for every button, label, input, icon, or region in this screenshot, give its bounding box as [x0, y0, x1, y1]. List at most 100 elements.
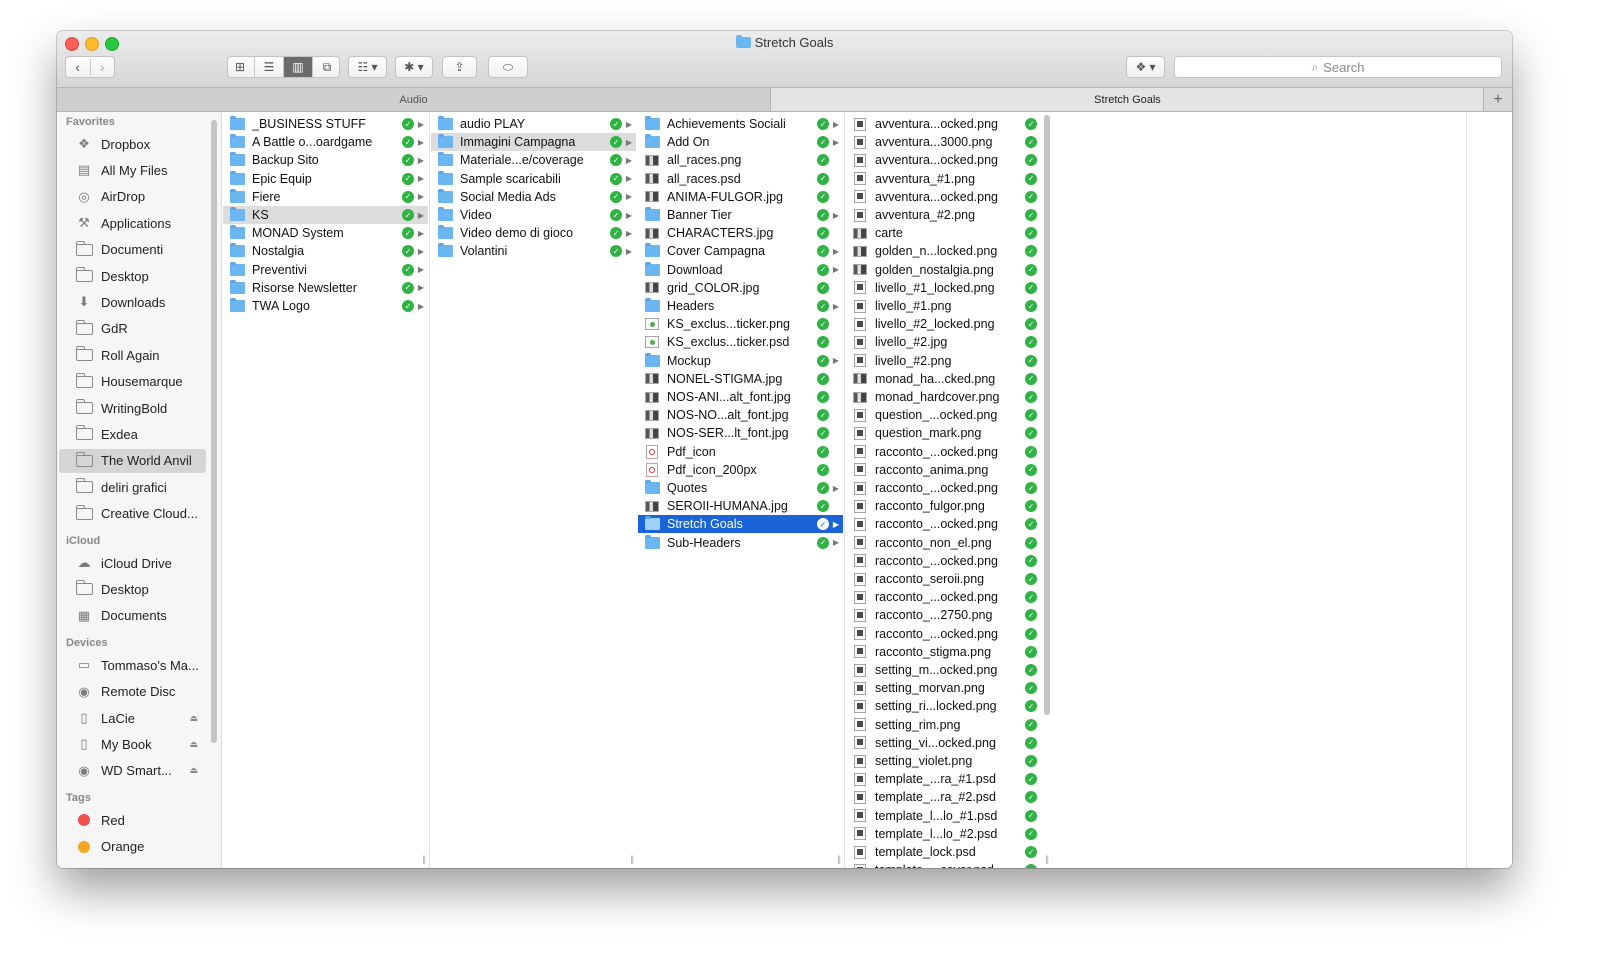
sidebar-item-applications[interactable]: ⚒ Applications: [59, 211, 206, 235]
column-resize-handle[interactable]: ||: [630, 854, 634, 864]
sidebar-tag-red[interactable]: Red: [59, 808, 206, 832]
column-resize-handle[interactable]: ||: [422, 854, 426, 864]
edit-tags-button[interactable]: ⬭: [488, 56, 528, 78]
file-row[interactable]: SEROII-HUMANA.jpg ✓: [638, 497, 843, 515]
sidebar-item-roll-again[interactable]: Roll Again: [59, 343, 206, 367]
folder-row[interactable]: TWA Logo ✓ ▶: [223, 297, 428, 315]
file-row[interactable]: all_races.png ✓: [638, 151, 843, 169]
file-row[interactable]: livello_#2.png ✓: [846, 352, 1051, 370]
file-row[interactable]: NOS-ANI...alt_font.jpg ✓: [638, 388, 843, 406]
tab-audio[interactable]: Audio: [57, 88, 771, 111]
file-row[interactable]: template_l...lo_#1.psd ✓: [846, 807, 1051, 825]
file-row[interactable]: NONEL-STIGMA.jpg ✓: [638, 370, 843, 388]
sidebar-item-deliri-grafici[interactable]: deliri grafici: [59, 475, 206, 499]
file-row[interactable]: grid_COLOR.jpg ✓: [638, 279, 843, 297]
sidebar-item-documenti[interactable]: Documenti: [59, 238, 206, 262]
file-row[interactable]: template_...ra_#2.psd ✓: [846, 788, 1051, 806]
folder-row[interactable]: A Battle o...oardgame ✓ ▶: [223, 133, 428, 151]
file-row[interactable]: template_lock.psd ✓: [846, 843, 1051, 861]
list-view-button[interactable]: ☰: [255, 57, 284, 77]
file-row[interactable]: Pdf_icon_200px ✓: [638, 461, 843, 479]
folder-row[interactable]: Add On ✓ ▶: [638, 133, 843, 151]
file-row[interactable]: NOS-SER...lt_font.jpg ✓: [638, 424, 843, 442]
icon-view-button[interactable]: ⊞: [228, 57, 255, 77]
file-row[interactable]: question_mark.png ✓: [846, 424, 1051, 442]
file-row[interactable]: racconto_non_el.png ✓: [846, 534, 1051, 552]
column-view-button[interactable]: ▥: [284, 57, 313, 77]
folder-row[interactable]: Social Media Ads ✓ ▶: [431, 188, 636, 206]
sidebar-item-documents[interactable]: ▦ Documents: [59, 604, 206, 628]
folder-row[interactable]: Cover Campagna ✓ ▶: [638, 242, 843, 260]
file-row[interactable]: racconto_anima.png ✓: [846, 461, 1051, 479]
column-scrollbar[interactable]: [1044, 115, 1050, 715]
new-tab-button[interactable]: +: [1483, 88, 1512, 111]
sidebar-scrollbar[interactable]: [211, 120, 217, 743]
sidebar-item-remote-disc[interactable]: ◉ Remote Disc: [59, 680, 206, 704]
folder-row[interactable]: Quotes ✓ ▶: [638, 479, 843, 497]
file-row[interactable]: racconto_stigma.png ✓: [846, 643, 1051, 661]
file-row[interactable]: setting_rim.png ✓: [846, 716, 1051, 734]
file-row[interactable]: template_...cover.psd✓: [846, 861, 1051, 868]
file-row[interactable]: racconto_...2750.png ✓: [846, 606, 1051, 624]
folder-row[interactable]: Backup Sito ✓ ▶: [223, 151, 428, 169]
file-row[interactable]: question_...ocked.png ✓: [846, 406, 1051, 424]
sidebar-item-writingbold[interactable]: WritingBold: [59, 396, 206, 420]
file-row[interactable]: golden_nostalgia.png ✓: [846, 261, 1051, 279]
file-row[interactable]: racconto_...ocked.png ✓: [846, 552, 1051, 570]
file-row[interactable]: livello_#1_locked.png ✓: [846, 279, 1051, 297]
arrange-button[interactable]: ☷ ▾: [348, 56, 387, 78]
sidebar-item-exdea[interactable]: Exdea: [59, 422, 206, 446]
back-button[interactable]: ‹: [66, 59, 91, 75]
file-row[interactable]: template_...ra_#1.psd ✓: [846, 770, 1051, 788]
sidebar-item-icloud-drive[interactable]: ☁ iCloud Drive: [59, 551, 206, 575]
folder-row[interactable]: Mockup ✓ ▶: [638, 352, 843, 370]
sidebar-item-wd-smart[interactable]: ◉ WD Smart... ⏏: [59, 759, 206, 783]
file-row[interactable]: racconto_...ocked.png ✓: [846, 479, 1051, 497]
file-row[interactable]: carte ✓: [846, 224, 1051, 242]
file-row[interactable]: all_races.psd ✓: [638, 170, 843, 188]
folder-row[interactable]: Immagini Campagna ✓ ▶: [431, 133, 636, 152]
file-row[interactable]: avventura_#1.png ✓: [846, 170, 1051, 188]
sidebar-item-creative-cloud[interactable]: Creative Cloud...: [59, 502, 206, 526]
folder-row[interactable]: Volantini ✓ ▶: [431, 242, 636, 260]
sidebar-item-downloads[interactable]: ⬇ Downloads: [59, 290, 206, 314]
search-field[interactable]: ⌕ Search: [1174, 56, 1502, 78]
dropbox-button[interactable]: ❖ ▾: [1126, 56, 1165, 78]
sidebar-item-desktop[interactable]: Desktop: [59, 577, 206, 601]
eject-icon[interactable]: ⏏: [189, 739, 198, 750]
file-row[interactable]: livello_#1.png ✓: [846, 297, 1051, 315]
forward-button[interactable]: ›: [91, 59, 115, 75]
file-row[interactable]: KS_exclus...ticker.png ✓: [638, 315, 843, 333]
file-row[interactable]: avventura...ocked.png ✓: [846, 151, 1051, 169]
folder-row[interactable]: Sub-Headers ✓ ▶: [638, 534, 843, 552]
folder-row[interactable]: Banner Tier ✓ ▶: [638, 206, 843, 224]
file-row[interactable]: racconto_...ocked.png ✓: [846, 443, 1051, 461]
file-row[interactable]: NOS-NO...alt_font.jpg ✓: [638, 406, 843, 424]
sidebar-item-airdrop[interactable]: ◎ AirDrop: [59, 185, 206, 209]
sidebar-item-desktop[interactable]: Desktop: [59, 264, 206, 288]
folder-row[interactable]: Download ✓ ▶: [638, 261, 843, 279]
file-row[interactable]: template_l...lo_#2.psd ✓: [846, 825, 1051, 843]
file-row[interactable]: setting_morvan.png ✓: [846, 679, 1051, 697]
file-row[interactable]: livello_#2_locked.png ✓: [846, 315, 1051, 333]
folder-row[interactable]: Preventivi ✓ ▶: [223, 261, 428, 279]
action-gear-button[interactable]: ✱ ▾: [395, 56, 433, 78]
file-row[interactable]: monad_hardcover.png ✓: [846, 388, 1051, 406]
file-row[interactable]: livello_#2.jpg ✓: [846, 333, 1051, 351]
folder-row[interactable]: audio PLAY ✓ ▶: [431, 115, 636, 133]
file-row[interactable]: CHARACTERS.jpg ✓: [638, 224, 843, 242]
file-row[interactable]: avventura...ocked.png ✓: [846, 188, 1051, 206]
folder-row[interactable]: Stretch Goals ✓ ▶: [638, 515, 843, 534]
file-row[interactable]: Pdf_icon ✓: [638, 443, 843, 461]
file-row[interactable]: racconto_...ocked.png ✓: [846, 515, 1051, 533]
file-row[interactable]: ANIMA-FULGOR.jpg ✓: [638, 188, 843, 206]
file-row[interactable]: racconto_fulgor.png ✓: [846, 497, 1051, 515]
share-button[interactable]: ⇪: [442, 56, 477, 78]
folder-row[interactable]: Achievements Sociali ✓ ▶: [638, 115, 843, 133]
folder-row[interactable]: Risorse Newsletter ✓ ▶: [223, 279, 428, 297]
file-row[interactable]: setting_ri...locked.png ✓: [846, 697, 1051, 715]
folder-row[interactable]: KS ✓ ▶: [223, 206, 428, 224]
sidebar-item-gdr[interactable]: GdR: [59, 317, 206, 341]
eject-icon[interactable]: ⏏: [189, 765, 198, 776]
eject-icon[interactable]: ⏏: [189, 713, 198, 724]
